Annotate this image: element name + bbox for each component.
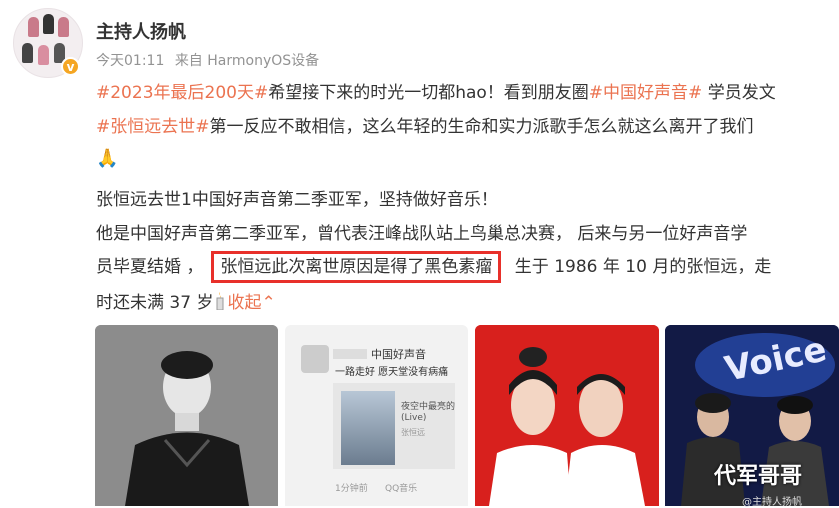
hashtag-link[interactable]: #中国好声音# — [589, 83, 703, 103]
post-text: 时还未满 37 岁 — [96, 293, 214, 313]
post-text: 第一反应不敢相信，这么年轻的生命和实力派歌手怎么就这么离开了我们 — [209, 117, 754, 137]
post-line-3: 🙏 — [96, 148, 118, 169]
post-line-7: 时还未满 37 岁 收起⌃ — [96, 288, 276, 313]
share-subtitle: 一路走好 愿天堂没有病痛 — [335, 367, 449, 378]
hashtag-link[interactable]: #2023年最后200天# — [96, 83, 268, 103]
verified-badge-icon: v — [61, 57, 80, 76]
post-meta: 今天01:11 来自 HarmonyOS设备 — [96, 50, 325, 70]
highlighted-text: 张恒远此次离世原因是得了黑色素瘤 — [211, 251, 502, 283]
hashtag-link[interactable]: #张恒远去世# — [96, 117, 210, 137]
post-text: 员毕夏结婚 ， — [96, 257, 204, 277]
post-image-2[interactable]: 中国好声音 一路走好 愿天堂没有病痛 夜空中最亮的 (Live) 张恒远 1分钟… — [285, 325, 468, 506]
post-line-4: 张恒远去世1中国好声音第二季亚军，坚持做好音乐！ — [96, 190, 498, 210]
song-title: 夜空中最亮的 — [401, 402, 456, 412]
post-image-3[interactable] — [475, 325, 659, 506]
share-title: 中国好声音 — [371, 348, 426, 361]
share-app: QQ音乐 — [385, 484, 418, 494]
candle-emoji-icon — [215, 292, 225, 311]
watermark-text: 代军哥哥 — [714, 464, 803, 489]
post-text: 希望接下来的时光一切都hao！看到朋友圈 — [268, 83, 589, 103]
post-line-2: #张恒远去世#第一反应不敢相信，这么年轻的生命和实力派歌手怎么就这么离开了我们 — [96, 112, 754, 137]
song-live: (Live) — [401, 413, 427, 423]
post-line-1: #2023年最后200天#希望接下来的时光一切都hao！看到朋友圈#中国好声音#… — [96, 78, 776, 103]
post-source: 来自 HarmonyOS设备 — [174, 53, 320, 69]
collapse-button[interactable]: 收起⌃ — [227, 293, 275, 313]
chevron-up-icon: ⌃ — [261, 293, 276, 313]
pray-emoji-icon: 🙏 — [96, 148, 119, 169]
post-text: 学员发文 — [702, 83, 776, 103]
post-line-6: 员毕夏结婚 ， 张恒远此次离世原因是得了黑色素瘤 生于 1986 年 10 月的张… — [96, 251, 771, 283]
post-text: 生于 1986 年 10 月的张恒远，走 — [509, 257, 772, 277]
author-name[interactable]: 主持人扬帆 — [96, 18, 186, 44]
post-time[interactable]: 今天01:11 — [96, 53, 164, 69]
song-singer: 张恒远 — [401, 428, 425, 437]
post-line-5: 他是中国好声音第二季亚军，曾代表汪峰战队站上鸟巢总决赛， 后来与另一位好声音学 — [96, 224, 748, 244]
share-time: 1分钟前 — [335, 484, 368, 494]
post-image-1[interactable] — [95, 325, 278, 506]
